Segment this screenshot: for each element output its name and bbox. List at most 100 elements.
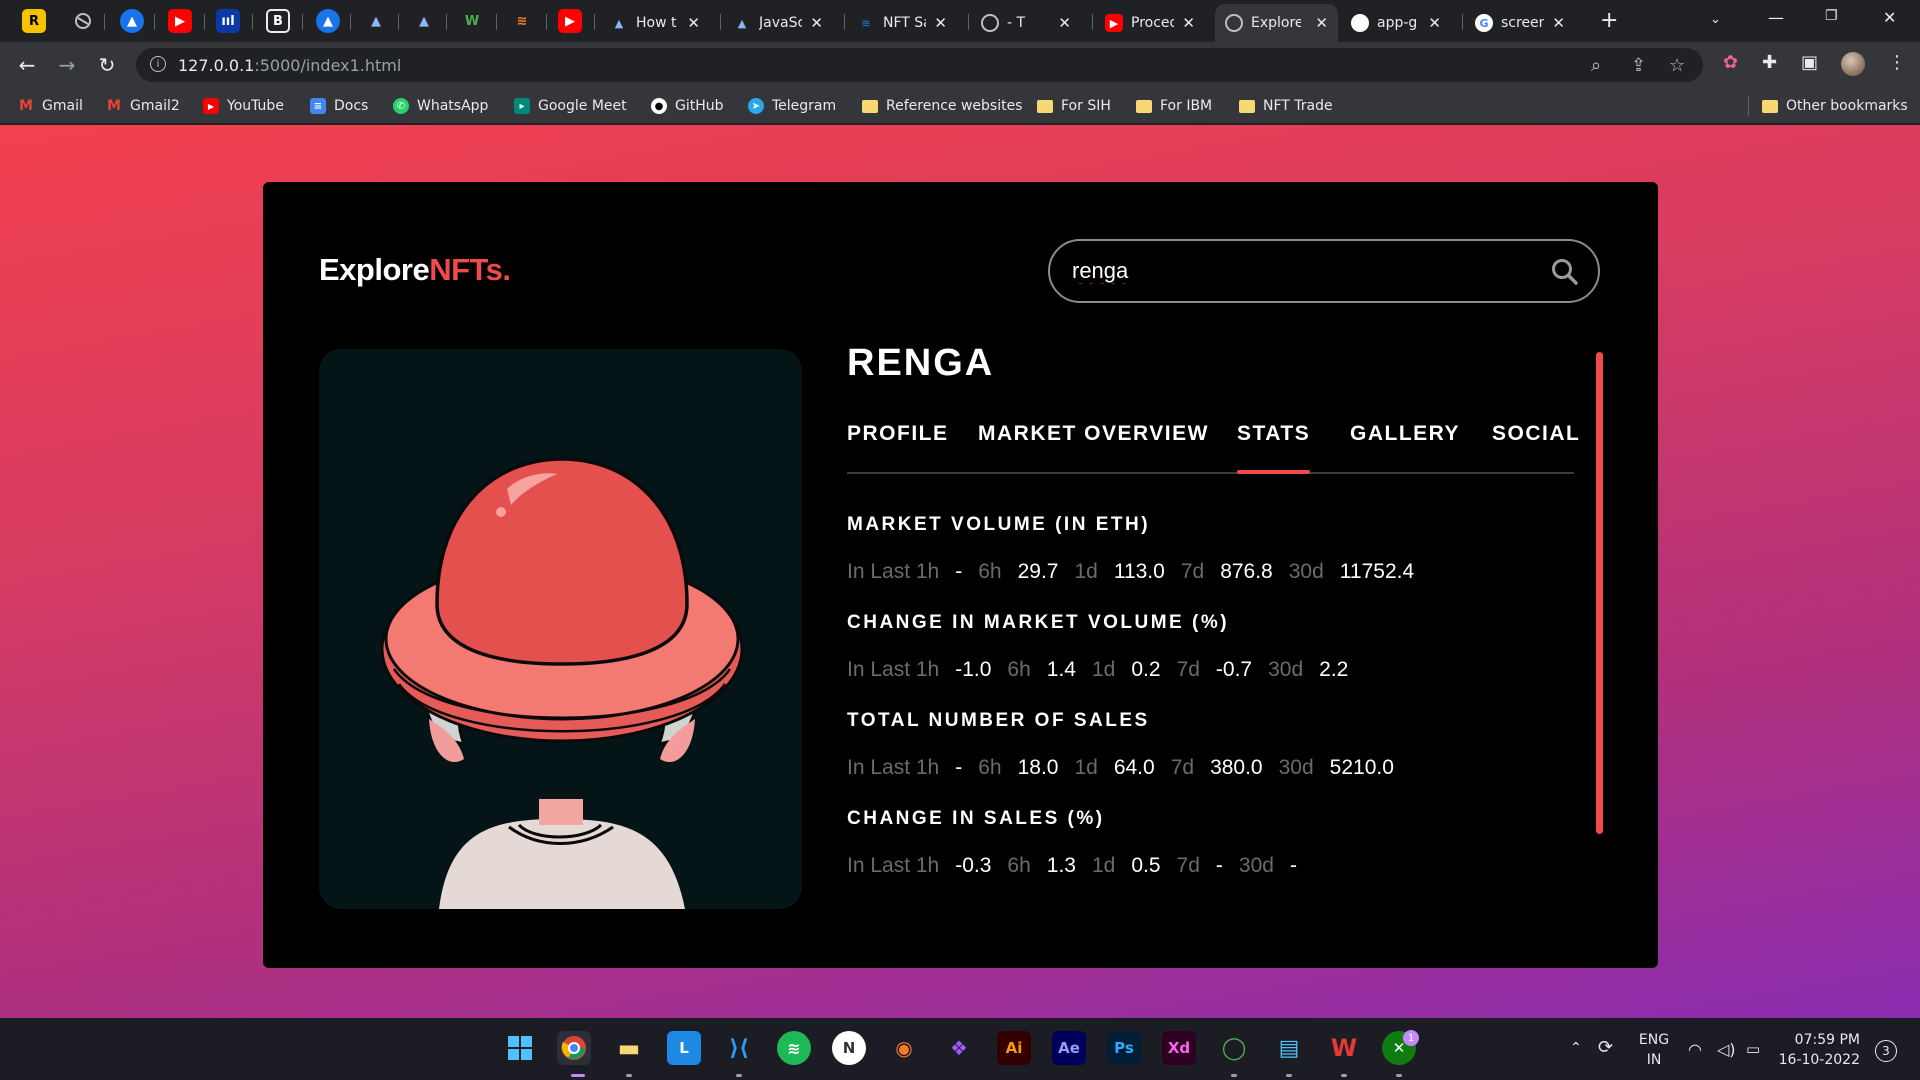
- vscode-icon[interactable]: ⟩⟨: [722, 1031, 756, 1065]
- new-tab-button[interactable]: +: [1600, 8, 1618, 33]
- notepad-icon[interactable]: ▤: [1272, 1031, 1306, 1065]
- reload-button[interactable]: ↻: [94, 52, 120, 78]
- browser-tab[interactable]: ▶ Proced ✕: [1095, 4, 1205, 42]
- brand-logo[interactable]: ExploreNFTs.: [319, 252, 511, 288]
- pinned-tab-icon[interactable]: ▲: [364, 9, 388, 33]
- stat-period-label: 7d: [1180, 560, 1205, 583]
- bookmark-folder[interactable]: For IBM: [1136, 96, 1212, 116]
- notification-badge[interactable]: 3: [1875, 1040, 1897, 1062]
- side-panel-icon[interactable]: ▣: [1801, 52, 1818, 73]
- close-tab-icon[interactable]: ✕: [1182, 14, 1195, 32]
- volume-icon[interactable]: ◁): [1717, 1040, 1736, 1059]
- app-n-icon[interactable]: N: [832, 1031, 866, 1065]
- browser-menu-icon[interactable]: ⋮: [1888, 52, 1906, 73]
- blender-icon[interactable]: ◉: [887, 1031, 921, 1065]
- battery-icon[interactable]: ▭: [1746, 1040, 1760, 1058]
- tab-gallery[interactable]: GALLERY: [1350, 422, 1460, 446]
- close-tab-icon[interactable]: ✕: [1428, 14, 1441, 32]
- close-window-button[interactable]: ✕: [1883, 8, 1896, 27]
- search-icon[interactable]: [1550, 257, 1580, 287]
- tab-profile[interactable]: PROFILE: [847, 422, 949, 446]
- bookmark-google-meet[interactable]: ▸ Google Meet: [514, 96, 627, 116]
- browser-tab[interactable]: app-g ✕: [1341, 4, 1451, 42]
- pinned-tab-icon[interactable]: R: [22, 9, 46, 33]
- browser-tab[interactable]: G screen ✕: [1465, 4, 1575, 42]
- stats-scrollbar[interactable]: [1596, 352, 1603, 834]
- zoom-icon[interactable]: ⌕: [1591, 55, 1601, 76]
- wps-office-icon[interactable]: W: [1327, 1031, 1361, 1065]
- pinned-tab-icon[interactable]: ▲: [120, 9, 144, 33]
- youtube-icon: ▶: [1105, 14, 1123, 32]
- close-tab-icon[interactable]: ✕: [810, 14, 823, 32]
- search-input[interactable]: [1072, 255, 1532, 287]
- bookmark-folder[interactable]: Reference websites: [862, 96, 1022, 116]
- close-tab-icon[interactable]: ✕: [687, 14, 700, 32]
- other-bookmarks-folder[interactable]: Other bookmarks: [1762, 96, 1908, 116]
- browser-tab[interactable]: ▲ How t ✕: [600, 4, 710, 42]
- extension-icon[interactable]: ✿: [1723, 52, 1738, 73]
- browser-tab[interactable]: - T ✕: [971, 4, 1081, 42]
- url-text[interactable]: 127.0.0.1:5000/index1.html: [178, 56, 401, 75]
- share-icon[interactable]: ⇪: [1631, 55, 1646, 76]
- figma-icon[interactable]: ❖: [942, 1031, 976, 1065]
- browser-tab[interactable]: ▲ JavaSc ✕: [723, 4, 833, 42]
- adobe-xd-icon[interactable]: Xd: [1162, 1031, 1196, 1065]
- tab-stats[interactable]: STATS: [1237, 422, 1311, 474]
- spotify-icon[interactable]: ≋: [777, 1031, 811, 1065]
- app-ring-icon[interactable]: ◯: [1217, 1031, 1251, 1065]
- close-tab-icon[interactable]: ✕: [1058, 14, 1071, 32]
- chrome-icon[interactable]: [557, 1031, 591, 1065]
- youtube-icon: ▶: [203, 98, 219, 114]
- address-bar[interactable]: i 127.0.0.1:5000/index1.html ⌕ ⇪ ☆: [136, 48, 1703, 82]
- browser-tab[interactable]: ≋ NFT Sa ✕: [847, 4, 957, 42]
- pinned-tab-icon[interactable]: B: [266, 9, 290, 33]
- close-tab-icon[interactable]: ✕: [1552, 14, 1565, 32]
- restore-button[interactable]: ❐: [1825, 8, 1838, 24]
- bookmark-docs[interactable]: ≡ Docs: [310, 96, 368, 116]
- site-info-icon[interactable]: i: [150, 56, 166, 72]
- bookmark-gmail[interactable]: M Gmail: [18, 96, 83, 116]
- stackoverflow-icon[interactable]: ≋: [510, 9, 534, 33]
- extensions-puzzle-icon[interactable]: ✚: [1762, 52, 1777, 73]
- bookmark-gmail2[interactable]: M Gmail2: [106, 96, 180, 116]
- pinned-tab-icon[interactable]: W: [460, 9, 484, 33]
- tab-market-overview[interactable]: MARKET OVERVIEW: [978, 422, 1209, 446]
- youtube-icon[interactable]: ▶: [168, 9, 192, 33]
- photoshop-icon[interactable]: Ps: [1107, 1031, 1141, 1065]
- after-effects-icon[interactable]: Ae: [1052, 1031, 1086, 1065]
- bookmark-whatsapp[interactable]: ✆ WhatsApp: [393, 96, 488, 116]
- windows-start-icon[interactable]: [503, 1031, 537, 1065]
- pinned-tab-icon[interactable]: [71, 9, 95, 33]
- pinned-tab-icon[interactable]: ▲: [316, 9, 340, 33]
- bookmark-telegram[interactable]: ➤ Telegram: [748, 96, 836, 116]
- browser-tab-active[interactable]: Explore ✕: [1215, 4, 1338, 42]
- close-tab-icon[interactable]: ✕: [1315, 14, 1328, 32]
- forward-button[interactable]: →: [54, 52, 80, 78]
- bookmark-folder[interactable]: For SIH: [1037, 96, 1111, 116]
- clock[interactable]: 07:59 PM 16-10-2022: [1778, 1030, 1860, 1070]
- stat-value: 876.8: [1220, 560, 1273, 583]
- pinned-tab-icon[interactable]: ııl: [216, 9, 240, 33]
- tray-overflow-icon[interactable]: ⌃: [1570, 1040, 1582, 1056]
- profile-avatar[interactable]: [1841, 52, 1865, 76]
- tab-search-icon[interactable]: ⌄: [1710, 12, 1721, 27]
- bookmark-github[interactable]: ● GitHub: [651, 96, 724, 116]
- bookmark-youtube[interactable]: ▶ YouTube: [203, 96, 284, 116]
- tab-social[interactable]: SOCIAL: [1492, 422, 1580, 446]
- close-tab-icon[interactable]: ✕: [934, 14, 947, 32]
- app-l-icon[interactable]: L: [667, 1031, 701, 1065]
- minimize-button[interactable]: —: [1768, 8, 1784, 27]
- sync-icon[interactable]: ⟳: [1598, 1037, 1613, 1058]
- bookmark-star-icon[interactable]: ☆: [1669, 55, 1685, 76]
- wifi-icon[interactable]: ◠: [1688, 1040, 1702, 1059]
- stat-heading: CHANGE IN SALES (%): [847, 808, 1105, 829]
- language-indicator[interactable]: ENG IN: [1636, 1030, 1672, 1070]
- stat-row: In Last 1h -0.3 6h 1.3 1d 0.5 7d - 30d -: [847, 854, 1574, 878]
- bookmark-folder[interactable]: NFT Trade: [1239, 96, 1333, 116]
- url-path: :5000/index1.html: [254, 56, 402, 75]
- illustrator-icon[interactable]: Ai: [997, 1031, 1031, 1065]
- pinned-tab-icon[interactable]: ▲: [412, 9, 436, 33]
- back-button[interactable]: ←: [14, 52, 40, 78]
- youtube-icon[interactable]: ▶: [558, 9, 582, 33]
- file-explorer-icon[interactable]: ▬: [612, 1031, 646, 1065]
